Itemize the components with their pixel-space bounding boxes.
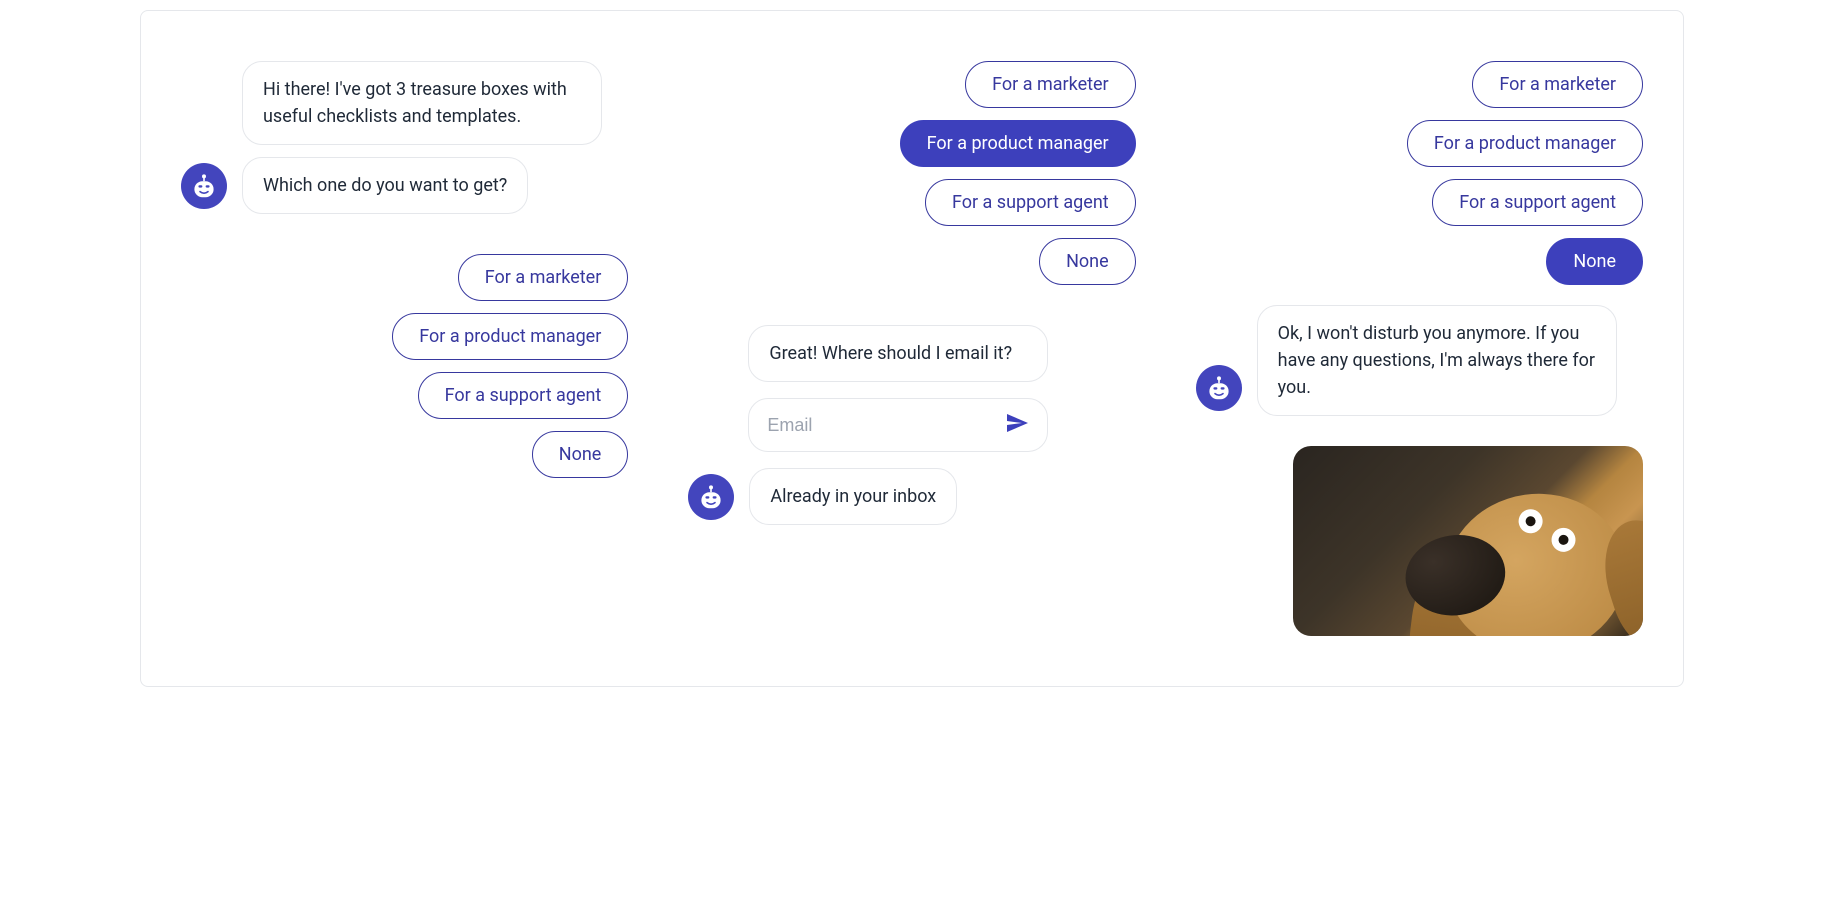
quick-reply-options: For a marketer For a product manager For… xyxy=(1196,61,1643,285)
bot-messages-group: Hi there! I've got 3 treasure boxes with… xyxy=(242,61,602,214)
bot-message-row: Ok, I won't disturb you anymore. If you … xyxy=(1196,305,1643,416)
bot-followup-row: Already in your inbox xyxy=(688,468,1135,525)
email-section: Great! Where should I email it? xyxy=(688,325,1135,525)
quick-reply-options: For a marketer For a product manager For… xyxy=(181,254,628,478)
option-product-manager[interactable]: For a product manager xyxy=(900,120,1136,167)
option-support-agent[interactable]: For a support agent xyxy=(925,179,1136,226)
bot-avatar-icon xyxy=(688,474,734,520)
chatbot-examples-panel: Hi there! I've got 3 treasure boxes with… xyxy=(140,10,1684,687)
option-support-agent[interactable]: For a support agent xyxy=(418,372,629,419)
bot-message: Hi there! I've got 3 treasure boxes with… xyxy=(242,61,602,145)
email-field[interactable] xyxy=(767,415,1005,436)
option-support-agent[interactable]: For a support agent xyxy=(1432,179,1643,226)
option-none[interactable]: None xyxy=(532,431,629,478)
bot-message-row: Hi there! I've got 3 treasure boxes with… xyxy=(181,61,628,214)
bot-avatar-icon xyxy=(181,163,227,209)
quick-reply-options: For a marketer For a product manager For… xyxy=(688,61,1135,285)
option-none[interactable]: None xyxy=(1546,238,1643,285)
email-input-container xyxy=(748,398,1048,452)
chat-column-1: Hi there! I've got 3 treasure boxes with… xyxy=(181,61,628,636)
option-product-manager[interactable]: For a product manager xyxy=(1407,120,1643,167)
chat-column-2: For a marketer For a product manager For… xyxy=(688,61,1135,636)
chat-column-3: For a marketer For a product manager For… xyxy=(1196,61,1643,636)
option-marketer[interactable]: For a marketer xyxy=(1472,61,1643,108)
dog-gif-image xyxy=(1293,446,1643,636)
send-icon[interactable] xyxy=(1005,411,1029,439)
option-marketer[interactable]: For a marketer xyxy=(965,61,1136,108)
bot-message: Great! Where should I email it? xyxy=(748,325,1048,382)
option-none[interactable]: None xyxy=(1039,238,1136,285)
bot-avatar-icon xyxy=(1196,365,1242,411)
bot-message: Already in your inbox xyxy=(749,468,957,525)
bot-message: Ok, I won't disturb you anymore. If you … xyxy=(1257,305,1617,416)
option-product-manager[interactable]: For a product manager xyxy=(392,313,628,360)
option-marketer[interactable]: For a marketer xyxy=(458,254,629,301)
bot-message: Which one do you want to get? xyxy=(242,157,528,214)
